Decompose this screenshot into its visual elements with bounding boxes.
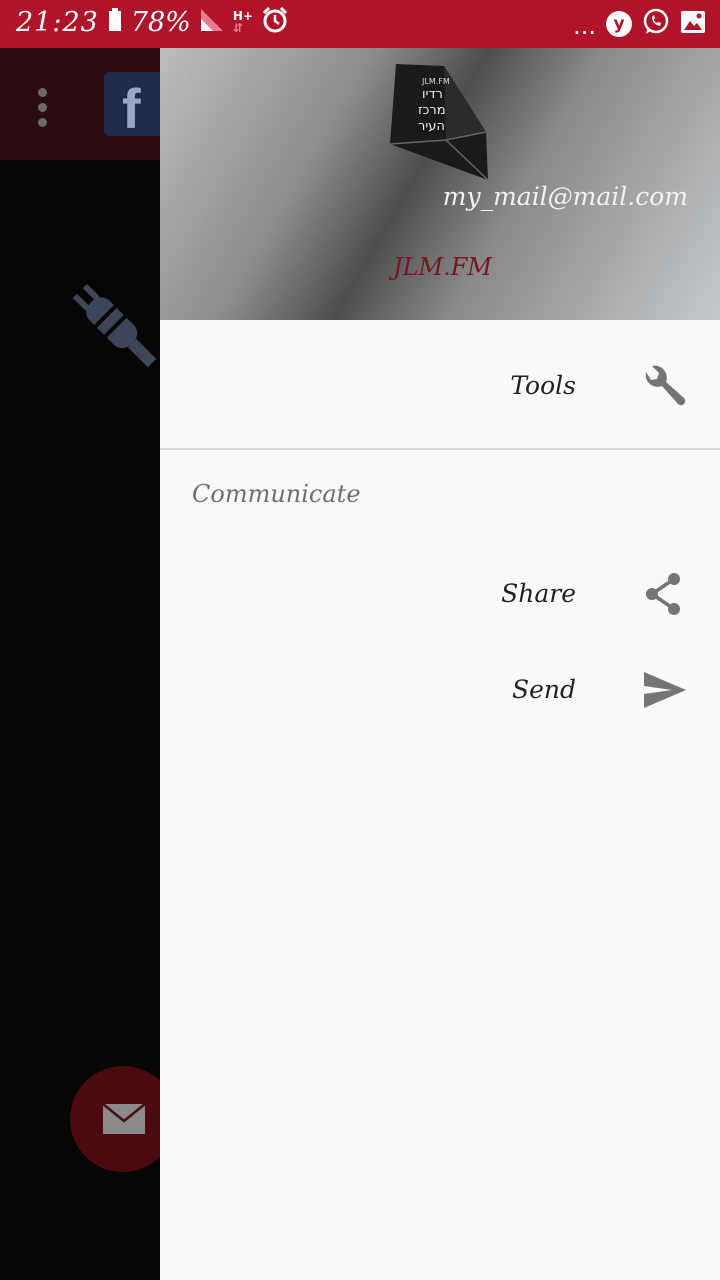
menu-item-send[interactable]: Send: [160, 642, 720, 738]
menu-item-label: Tools: [510, 371, 576, 400]
gallery-icon: [680, 10, 706, 38]
signal-icon: [199, 7, 225, 37]
send-icon: [640, 666, 688, 714]
divider: [160, 448, 720, 450]
mail-icon: [102, 1103, 146, 1134]
navigation-drawer: JLM.FM רדיו מרכז העיר my_mail@mail.com J…: [160, 48, 720, 1280]
logo-text-line2: מרכז: [418, 103, 446, 118]
section-title-communicate: Communicate: [192, 480, 361, 508]
logo-text-line1: רדיו: [422, 87, 443, 102]
station-logo: JLM.FM רדיו מרכז העיר: [386, 62, 496, 186]
battery-icon: [107, 8, 123, 36]
status-bar: 21:23 78% H+ ⇵ ... y: [0, 0, 720, 48]
user-email: my_mail@mail.com: [442, 182, 688, 211]
menu-item-share[interactable]: Share: [160, 546, 720, 642]
battery-percent: 78%: [130, 6, 191, 38]
logo-text-jlm: JLM.FM: [421, 77, 450, 86]
menu-item-label: Share: [501, 579, 576, 608]
plug-icon: [66, 272, 166, 386]
overflow-menu-icon[interactable]: [38, 88, 47, 133]
share-icon: [640, 570, 688, 618]
status-time: 21:23: [16, 6, 99, 38]
menu-item-label: Send: [511, 675, 576, 704]
more-notifications: ...: [573, 12, 596, 40]
yandex-icon: y: [606, 11, 632, 37]
wrench-icon: [640, 362, 688, 410]
alarm-icon: [261, 6, 289, 38]
whatsapp-icon: [642, 8, 670, 40]
network-type: H+ ⇵: [232, 9, 253, 35]
drawer-header: JLM.FM רדיו מרכז העיר my_mail@mail.com J…: [160, 48, 720, 320]
brand-name: JLM.FM: [393, 253, 492, 281]
menu-item-tools[interactable]: Tools: [160, 338, 720, 434]
logo-text-line3: העיר: [418, 119, 445, 134]
